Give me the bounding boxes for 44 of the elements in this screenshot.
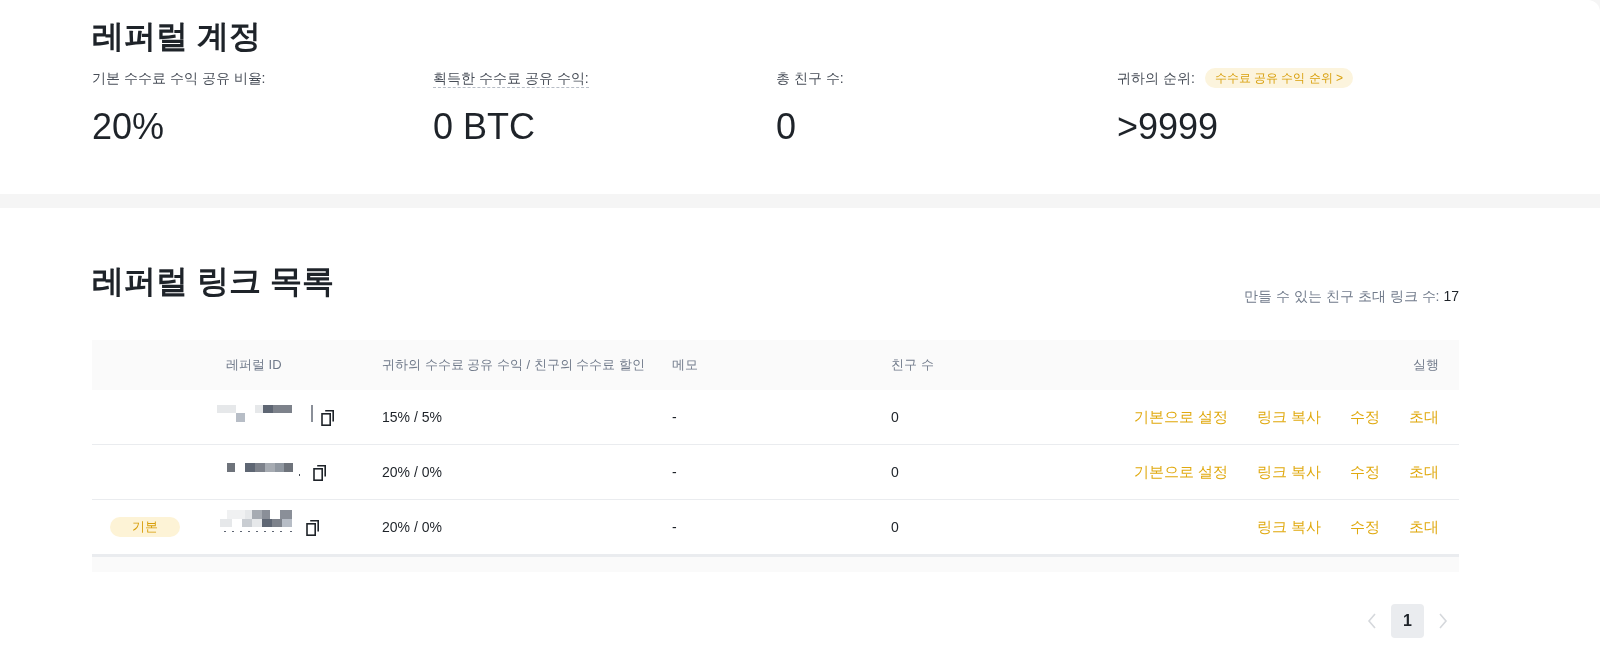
action-link[interactable]: 초대 <box>1409 517 1439 537</box>
action-link[interactable]: 수정 <box>1350 517 1380 537</box>
stat-value: 0 <box>776 105 797 149</box>
copy-icon[interactable] <box>306 518 320 536</box>
action-link[interactable]: 링크 복사 <box>1256 407 1321 427</box>
ranking-badge-link[interactable]: 수수료 공유 수익 순위 > <box>1204 68 1354 88</box>
memo-cell-text: - <box>672 408 677 427</box>
action-link[interactable]: 기본으로 설정 <box>1133 462 1228 482</box>
column-header: 친구 수 <box>891 356 934 374</box>
link-limit-label: 만들 수 있는 친구 초대 링크 수: <box>1244 287 1440 306</box>
friend-count-cell-text: 0 <box>891 408 899 427</box>
copy-icon[interactable] <box>321 408 335 426</box>
link-limit-value: 17 <box>1443 287 1459 306</box>
share-rate-cell-text: 20% / 0% <box>382 463 442 482</box>
section-title: 레퍼럴 링크 목록 <box>92 262 334 301</box>
action-link[interactable]: 기본으로 설정 <box>1133 407 1228 427</box>
share-rate-cell-text: 15% / 5% <box>382 408 442 427</box>
action-link[interactable]: 링크 복사 <box>1256 517 1321 537</box>
page-button[interactable]: 1 <box>1391 604 1424 638</box>
action-link[interactable]: 수정 <box>1350 407 1380 427</box>
stat-value: 0 BTC <box>433 105 536 149</box>
stat-label: 총 친구 수: <box>776 68 844 88</box>
column-header: 메모 <box>672 356 698 374</box>
memo-cell-text: - <box>672 518 677 537</box>
stat-label: 귀하의 순위: <box>1117 68 1195 88</box>
page-title: 레퍼럴 계정 <box>92 17 261 56</box>
action-link[interactable]: 수정 <box>1350 462 1380 482</box>
memo-cell-text: - <box>672 463 677 482</box>
copy-icon[interactable] <box>313 463 327 481</box>
column-header: 레퍼럴 ID <box>226 356 282 374</box>
column-header: 실행 <box>1413 356 1439 374</box>
share-rate-cell-text: 20% / 0% <box>382 518 442 537</box>
pixelated-id-drawing <box>220 510 292 532</box>
friend-count-cell-text: 0 <box>891 463 899 482</box>
default-tag: 기본 <box>110 517 180 537</box>
stat-value: >9999 <box>1117 105 1219 149</box>
stat-label: 획득한 수수료 공유 수익: <box>433 68 589 88</box>
stat-label: 기본 수수료 수익 공유 비율: <box>92 68 266 88</box>
action-link[interactable]: 링크 복사 <box>1256 462 1321 482</box>
action-link[interactable]: 초대 <box>1409 407 1439 427</box>
column-header: 귀하의 수수료 공유 수익 / 친구의 수수료 할인 <box>382 356 645 374</box>
stat-value: 20% <box>92 105 165 149</box>
friend-count-cell-text: 0 <box>891 518 899 537</box>
action-link[interactable]: 초대 <box>1409 462 1439 482</box>
